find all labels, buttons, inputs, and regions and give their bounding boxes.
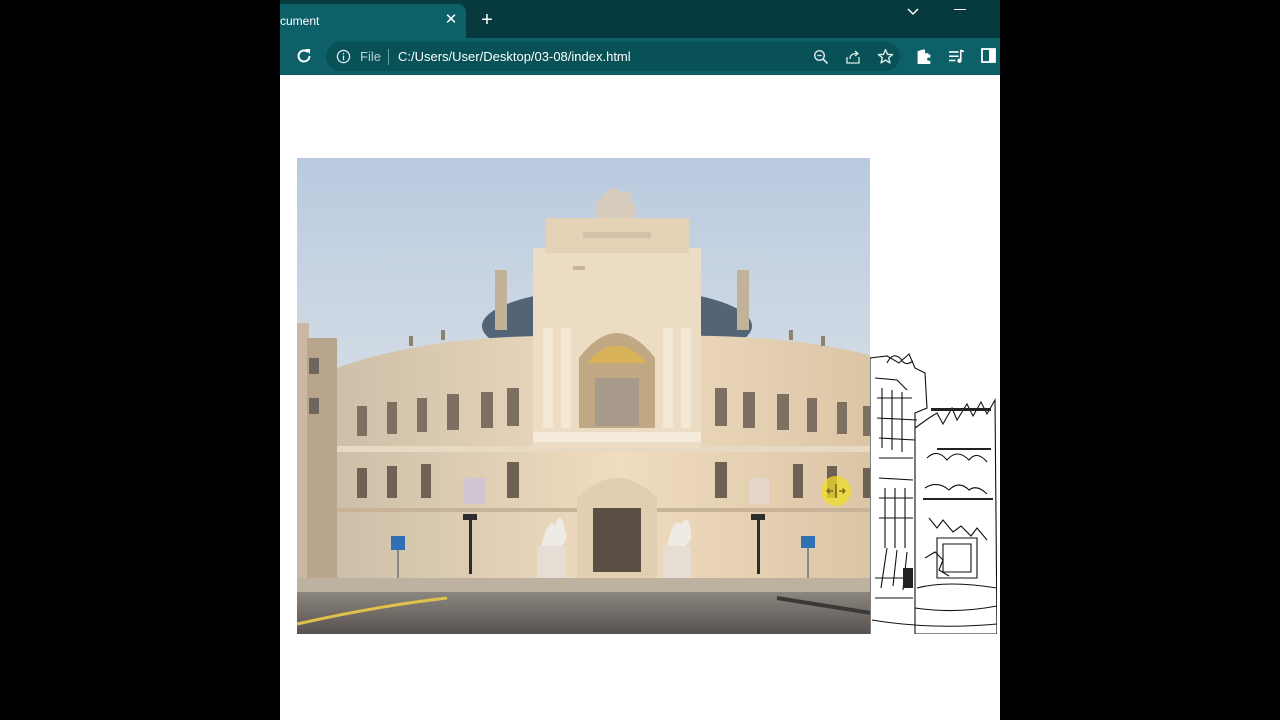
tab-close-icon[interactable]: ✕	[442, 11, 460, 29]
page-viewport	[280, 75, 1000, 720]
reload-icon[interactable]	[294, 46, 314, 66]
address-bar[interactable]: File C:/Users/User/Desktop/03-08/index.h…	[326, 42, 900, 71]
info-icon[interactable]	[336, 49, 351, 64]
zoom-icon[interactable]	[813, 49, 829, 65]
media-controls-icon[interactable]	[948, 48, 965, 65]
tab-strip: cument ✕ +	[280, 0, 1000, 38]
photo-image	[297, 158, 870, 634]
active-tab[interactable]: cument ✕	[280, 4, 466, 38]
address-divider	[388, 49, 389, 65]
url-scheme-label: File	[360, 49, 381, 64]
side-panel-icon[interactable]	[981, 48, 996, 63]
url-text[interactable]: C:/Users/User/Desktop/03-08/index.html	[398, 49, 631, 64]
browser-window: cument ✕ + File C:/Users/User/Desktop/03…	[280, 0, 1000, 720]
comparison-slider-handle[interactable]	[821, 476, 851, 506]
image-comparison[interactable]	[297, 158, 997, 634]
share-icon[interactable]	[845, 49, 861, 65]
extensions-icon[interactable]	[916, 48, 933, 65]
browser-toolbar: File C:/Users/User/Desktop/03-08/index.h…	[280, 38, 1000, 75]
minimize-icon[interactable]	[954, 9, 966, 10]
star-icon[interactable]	[877, 48, 894, 65]
tab-search-icon[interactable]	[905, 3, 921, 19]
new-tab-button[interactable]: +	[477, 10, 497, 30]
left-right-arrows-icon	[826, 484, 846, 498]
tab-title: cument	[280, 14, 320, 28]
